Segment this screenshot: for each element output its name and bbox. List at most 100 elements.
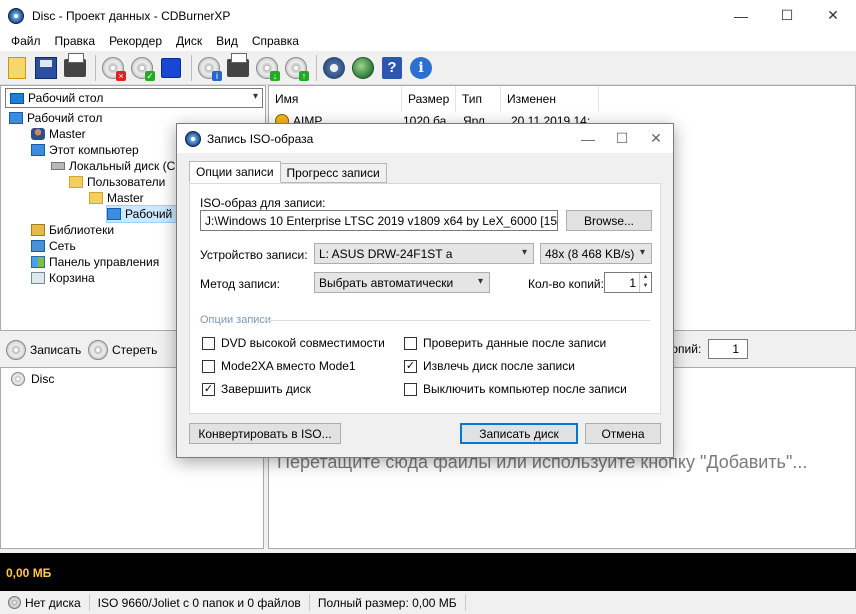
tab-burn-progress[interactable]: Прогресс записи (279, 163, 387, 183)
capacity-bar: 0,00 МБ (0, 553, 856, 591)
menu-help[interactable]: Справка (245, 34, 306, 48)
save-icon (35, 56, 57, 79)
upload-icon: ↑ (285, 56, 309, 81)
tree-item-network[interactable]: Сеть (31, 238, 76, 254)
title-bar: Disc - Проект данных - CDBurnerXP — ☐ ✕ (0, 0, 856, 31)
tree-item-users[interactable]: Пользователи (69, 174, 165, 190)
verify-disc-button[interactable]: ✓ (129, 55, 155, 81)
burn-button[interactable]: Записать (6, 337, 81, 363)
status-total-size: Полный размер: 0,00 МБ (310, 594, 466, 611)
status-filesystem: ISO 9660/Joliet с 0 папок и 0 файлов (90, 594, 310, 611)
tree-item-this-pc[interactable]: Этот компьютер (31, 142, 139, 158)
column-header-name[interactable]: Имя (269, 86, 402, 112)
convert-to-iso-button[interactable]: Конвертировать в ISO... (189, 423, 341, 444)
tree-item-master[interactable]: Master (31, 126, 86, 142)
cancel-button[interactable]: Отмена (585, 423, 661, 444)
new-button[interactable] (4, 55, 30, 81)
chevron-down-icon: ▾ (477, 276, 483, 287)
cdburner-app-icon (185, 130, 201, 147)
menu-edit[interactable]: Правка (48, 34, 103, 48)
web-button[interactable] (350, 55, 376, 81)
tree-item-desktop[interactable]: Рабочий стол (9, 110, 102, 126)
disc-info-button[interactable]: i (196, 55, 222, 81)
menu-recorder[interactable]: Рекордер (102, 34, 169, 48)
burn-options-panel: ISO-образ для записи: J:\Windows 10 Ente… (189, 183, 661, 414)
toolbar-separator (191, 54, 192, 81)
drive-icon (51, 162, 65, 170)
shutdown-checkbox[interactable]: Выключить компьютер после записи (404, 382, 627, 396)
close-button[interactable]: ✕ (810, 0, 856, 31)
save-button[interactable] (33, 55, 59, 81)
device-select[interactable]: L: ASUS DRW-24F1ST a ▾ (314, 243, 534, 264)
verify-data-checkbox[interactable]: Проверить данные после записи (404, 336, 606, 350)
burn-iso-dialog: Запись ISO-образа — ☐ ✕ Опции записи Про… (176, 123, 674, 458)
checkmark-icon: ✓ (202, 382, 215, 396)
tree-item-control-panel[interactable]: Панель управления (31, 254, 159, 270)
settings-button[interactable] (321, 55, 347, 81)
finalize-disc-checkbox[interactable]: ✓ Завершить диск (202, 382, 311, 396)
capacity-label: 0,00 МБ (6, 566, 52, 580)
help-button[interactable]: ? (379, 55, 405, 81)
burn-disc-button[interactable]: Записать диск (460, 423, 578, 444)
drive-button[interactable] (225, 52, 251, 81)
disc-icon (11, 372, 25, 386)
menu-file[interactable]: Файл (4, 34, 48, 48)
copies-spinner[interactable]: 1 ▲ ▼ (604, 272, 652, 293)
folder-icon (69, 176, 83, 188)
tree-item-recycle-bin[interactable]: Корзина (31, 270, 95, 286)
dialog-close-button[interactable]: ✕ (639, 124, 673, 153)
toolbar-separator (316, 54, 317, 81)
recycle-bin-icon (31, 272, 45, 284)
toolbar-separator (95, 54, 96, 81)
menu-view[interactable]: Вид (209, 34, 245, 48)
print-button[interactable] (62, 52, 88, 81)
upload-button[interactable]: ↑ (283, 55, 309, 81)
verify-disc-icon: ✓ (131, 56, 155, 81)
location-combo[interactable]: Рабочий стол ▾ (5, 88, 263, 108)
column-header-size[interactable]: Размер (402, 86, 456, 112)
window-title: Disc - Проект данных - CDBurnerXP (32, 8, 231, 23)
control-panel-icon (31, 256, 45, 268)
dialog-minimize-button[interactable]: — (571, 124, 605, 153)
erase-disc-icon (88, 340, 108, 360)
erase-button[interactable]: Стереть (88, 337, 157, 363)
column-header-modified[interactable]: Изменен (501, 86, 599, 112)
browse-button[interactable]: Browse... (566, 210, 652, 231)
info-button[interactable]: i (408, 55, 434, 81)
desktop-icon (10, 92, 24, 104)
iso-path-field[interactable]: J:\Windows 10 Enterprise LTSC 2019 v1809… (200, 210, 558, 231)
tree-item-master-folder[interactable]: Master (89, 190, 144, 206)
erase-disc-button[interactable]: × (100, 55, 126, 81)
print-icon (64, 52, 86, 77)
download-icon: ↓ (256, 56, 280, 81)
maximize-button[interactable]: ☐ (764, 0, 810, 31)
minimize-button[interactable]: — (718, 0, 764, 31)
tab-burn-options[interactable]: Опции записи (189, 161, 281, 183)
method-select[interactable]: Выбрать автоматически ▾ (314, 272, 490, 293)
stop-icon (161, 57, 181, 78)
tree-item-libraries[interactable]: Библиотеки (31, 222, 114, 238)
column-header-type[interactable]: Тип (456, 86, 501, 112)
burn-disc-icon (6, 340, 26, 360)
dialog-maximize-button[interactable]: ☐ (605, 124, 639, 153)
menu-disc[interactable]: Диск (169, 34, 209, 48)
copies-label: Кол-во копий: (528, 277, 604, 291)
stop-button[interactable] (158, 55, 184, 81)
spinner-arrows-icon[interactable]: ▲ ▼ (639, 273, 651, 292)
device-label: Устройство записи: (200, 248, 308, 262)
copies-spinner[interactable]: 1 (708, 339, 748, 359)
computer-icon (31, 144, 45, 156)
user-icon (31, 128, 45, 140)
location-combo-value: Рабочий стол (28, 91, 104, 105)
desktop-icon (107, 208, 121, 220)
dvd-compat-checkbox[interactable]: DVD высокой совместимости (202, 336, 385, 350)
mode2xa-checkbox[interactable]: Mode2XA вместо Mode1 (202, 359, 356, 373)
eject-disc-checkbox[interactable]: ✓ Извлечь диск после записи (404, 359, 575, 373)
download-button[interactable]: ↓ (254, 55, 280, 81)
tree-item-local-disk[interactable]: Локальный диск (C:) (51, 158, 183, 174)
dialog-tabs: Опции записи Прогресс записи (189, 161, 387, 183)
disc-root-item[interactable]: Disc (11, 372, 54, 386)
speed-select[interactable]: 48x (8 468 KB/s) ▾ (540, 243, 652, 264)
info-icon: i (410, 56, 432, 79)
web-icon (352, 56, 374, 79)
